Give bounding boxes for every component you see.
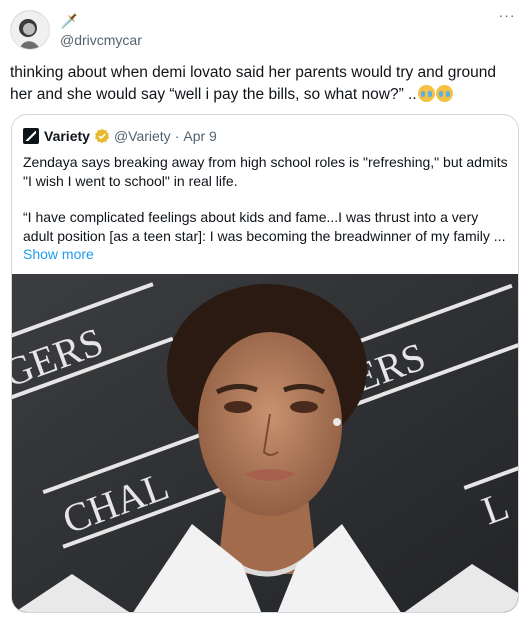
quoted-paragraph-1: Zendaya says breaking away from high sch… — [23, 154, 508, 189]
quoted-date[interactable]: Apr 9 — [183, 128, 216, 144]
avatar[interactable] — [10, 10, 50, 50]
tweet-text: thinking about when demi lovato said her… — [10, 62, 520, 106]
more-options-icon[interactable]: ··· — [496, 8, 518, 28]
user-handle[interactable]: @drivcmycar — [60, 32, 142, 48]
quoted-photo[interactable]: GERS ERS CHAL L — [12, 274, 518, 612]
show-more-link[interactable]: Show more — [23, 245, 509, 264]
photo-illustration: GERS ERS CHAL L — [12, 274, 518, 612]
display-name[interactable]: 🗡️ — [60, 12, 77, 30]
quoted-display-name[interactable]: Variety — [44, 128, 90, 144]
verified-badge-icon — [94, 128, 109, 144]
quoted-paragraph-2: “I have complicated feelings about kids … — [23, 209, 506, 244]
quoted-tweet-header: Variety @Variety · Apr 9 — [23, 127, 217, 145]
tweet-header: 🗡️ @drivcmycar ··· — [10, 8, 520, 50]
loudly-crying-face-icon — [435, 85, 453, 102]
quoted-text: Zendaya says breaking away from high sch… — [23, 153, 509, 264]
quoted-handle[interactable]: @Variety — [114, 128, 171, 144]
dagger-icon: 🗡️ — [60, 13, 78, 29]
separator-dot: · — [174, 128, 180, 144]
quoted-tweet[interactable]: Variety @Variety · Apr 9 Zendaya says br… — [11, 114, 519, 613]
variety-logo[interactable] — [23, 128, 39, 144]
loudly-crying-face-icon — [417, 85, 435, 102]
